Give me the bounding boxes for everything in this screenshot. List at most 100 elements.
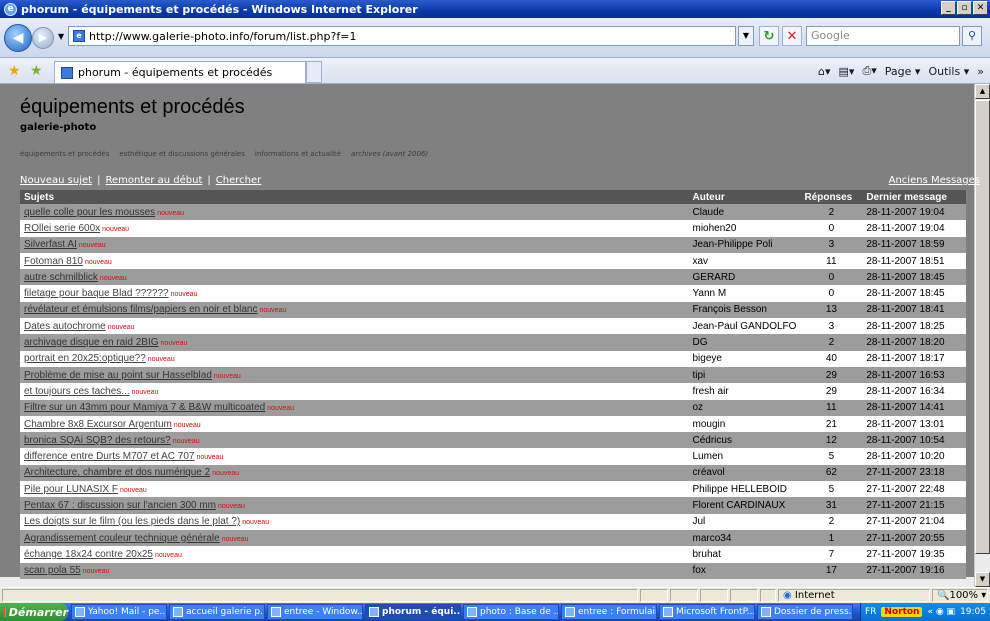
topic-link[interactable]: quelle colle pour les mousses	[24, 207, 155, 218]
new-topic-link[interactable]: Nouveau sujet	[20, 175, 92, 186]
clock: 19:05	[960, 607, 986, 617]
topic-link[interactable]: Problème de mise au point sur Hasselblad	[24, 370, 212, 381]
table-row: et toujours ces taches... nouveau fresh ai…	[20, 383, 966, 400]
stop-button[interactable]: ✕	[782, 26, 802, 46]
address-dropdown-button[interactable]: ▼	[738, 26, 754, 46]
add-favorites-icon[interactable]: ★	[30, 63, 43, 79]
topic-link[interactable]: Architecture, chambre et dos numérique 2	[24, 467, 210, 478]
topic-link[interactable]: bronica SQAi SQB? des retours?	[24, 435, 171, 446]
topic-link[interactable]: portrait en 20x25:optique??	[24, 353, 146, 364]
taskbar-item[interactable]: entree - Window...	[267, 604, 363, 620]
print-icon[interactable]: ⎙▾	[862, 64, 876, 78]
nav-archives[interactable]: archives (avant 2006)	[351, 150, 428, 158]
topic-cell: filetage pour baque Blad ?????? nouveau	[20, 285, 689, 302]
more-chevron-icon[interactable]: »	[977, 65, 984, 78]
scroll-up-icon[interactable]: ▲	[975, 84, 990, 99]
old-messages-link[interactable]: Anciens Messages	[889, 175, 980, 186]
maximize-button[interactable]: ▫	[957, 1, 972, 15]
topic-link[interactable]: révélateur et émulsions films/papiers en…	[24, 304, 257, 315]
topic-link[interactable]: Chambre 8x8 Excursor Argentum	[24, 419, 172, 430]
forward-button[interactable]: ▶	[32, 27, 54, 49]
topic-link[interactable]: scan pola 55	[24, 565, 81, 576]
topic-link[interactable]: Agrandissement couleur technique général…	[24, 533, 220, 544]
new-badge: nouveau	[84, 258, 112, 266]
topic-link[interactable]: et toujours ces taches...	[24, 386, 130, 397]
new-badge: nouveau	[157, 209, 185, 217]
topic-link[interactable]: filetage pour baque Blad ??????	[24, 288, 169, 299]
start-button[interactable]: Démarrer	[0, 603, 68, 621]
back-button[interactable]: ◀	[4, 24, 32, 52]
page-menu[interactable]: Page ▾	[885, 65, 921, 78]
topic-cell: Filtre sur un 43mm pour Mamiya 7 & B&W m…	[20, 399, 689, 416]
norton-badge[interactable]: Norton	[881, 607, 923, 617]
vertical-scrollbar[interactable]: ▲ ▼	[974, 84, 990, 587]
last-message-cell: 28-11-2007 14:41	[862, 399, 966, 416]
last-message-cell: 28-11-2007 10:20	[862, 448, 966, 465]
topic-link[interactable]: Pentax 67 : discussion sur l'ancien 300 …	[24, 500, 216, 511]
taskbar-item[interactable]: photo : Base de ...	[463, 604, 559, 620]
taskbar-item[interactable]: entree : Formulaire	[561, 604, 657, 620]
zoom-control[interactable]: 🔍100% ▾	[932, 589, 988, 602]
taskbar-item[interactable]: Microsoft FrontP...	[659, 604, 755, 620]
topic-link[interactable]: archivage disque en raid 2BIG	[24, 337, 159, 348]
replies-cell: 0	[800, 220, 863, 237]
nav-esthetique[interactable]: esthétique et discussions générales	[119, 150, 245, 158]
new-badge: nouveau	[119, 486, 147, 494]
nav-equipements[interactable]: équipements et procédés	[20, 150, 109, 158]
scroll-down-icon[interactable]: ▼	[975, 572, 990, 587]
close-button[interactable]: ✕	[973, 1, 988, 15]
topic-link[interactable]: Silverfast AI	[24, 239, 77, 250]
taskbar-item-label: Dossier de press...	[774, 607, 853, 617]
status-cell	[670, 589, 698, 602]
table-row: portrait en 20x25:optique?? nouveau bigeye…	[20, 350, 966, 367]
topic-link[interactable]: Pile pour LUNASIX F	[24, 484, 118, 495]
topic-cell: ROllei serie 600x nouveau	[20, 220, 689, 237]
topic-link[interactable]: difference entre Durts M707 et AC 707	[24, 451, 194, 462]
topic-cell: Fotoman 810 nouveau	[20, 252, 689, 270]
taskbar-item[interactable]: accueil galerie p...	[169, 604, 265, 620]
search-input[interactable]: Google	[806, 26, 960, 46]
tools-menu[interactable]: Outils ▾	[928, 65, 969, 78]
status-cell	[700, 589, 728, 602]
table-row: Pile pour LUNASIX Fnouveau Philippe HELLE…	[20, 481, 966, 498]
history-dropdown-icon[interactable]: ▼	[58, 32, 64, 41]
new-badge: nouveau	[242, 519, 270, 527]
minimize-button[interactable]: _	[941, 1, 956, 15]
topic-link[interactable]: Dates autochrome	[24, 321, 106, 332]
topic-cell: révélateur et émulsions films/papiers en…	[20, 301, 689, 319]
new-badge: nouveau	[221, 535, 249, 543]
topic-link[interactable]: Fotoman 810	[24, 256, 83, 267]
topic-link[interactable]: ROllei serie 600x	[24, 223, 100, 234]
tab-phorum[interactable]: phorum - équipements et procédés	[54, 61, 306, 83]
new-badge: nouveau	[147, 356, 175, 364]
taskbar-item[interactable]: Yahoo! Mail - pe...	[71, 604, 167, 620]
scroll-thumb[interactable]	[975, 100, 990, 554]
topic-link[interactable]: autre schmilblick	[24, 272, 98, 283]
forum-tools: Nouveau sujet | Remonter au début | Cher…	[20, 175, 261, 186]
search-link[interactable]: Chercher	[216, 175, 261, 186]
replies-cell: 62	[800, 464, 863, 482]
header-author: Auteur	[688, 190, 801, 204]
topic-link[interactable]: Les doigts sur le film (ou les pieds dan…	[24, 516, 240, 527]
back-to-top-link[interactable]: Remonter au début	[105, 175, 202, 186]
topic-link[interactable]: échange 18x24 contre 20x25	[24, 549, 153, 560]
new-tab-button[interactable]	[306, 61, 322, 83]
table-row: Fotoman 810 nouveau xav 11 28-11-2007 18:51	[20, 252, 966, 270]
search-button[interactable]: ⚲	[962, 26, 982, 46]
new-badge: nouveau	[99, 274, 127, 282]
address-bar[interactable]: e http://www.galerie-photo.info/forum/li…	[68, 26, 736, 46]
address-toolbar: ◀ ▶ ▼ e http://www.galerie-photo.info/fo…	[0, 18, 990, 58]
language-indicator[interactable]: FR	[865, 607, 876, 617]
replies-cell: 13	[800, 301, 863, 319]
taskbar-item[interactable]: Dossier de press...	[757, 604, 853, 620]
feeds-icon[interactable]: ▤▾	[839, 65, 855, 78]
topic-link[interactable]: Filtre sur un 43mm pour Mamiya 7 & B&W m…	[24, 402, 265, 413]
home-icon[interactable]: ⌂▾	[818, 65, 831, 78]
nav-informations[interactable]: informations et actualité	[255, 150, 341, 158]
last-message-cell: 28-11-2007 18:17	[862, 350, 966, 367]
taskbar-item[interactable]: phorum - équi...	[365, 604, 461, 620]
topic-cell: archivage disque en raid 2BIG nouveau	[20, 334, 689, 351]
refresh-button[interactable]: ↻	[759, 26, 779, 46]
tray-icons[interactable]: « ◉ ▣	[927, 607, 955, 617]
favorites-star-icon[interactable]: ★	[8, 63, 21, 79]
